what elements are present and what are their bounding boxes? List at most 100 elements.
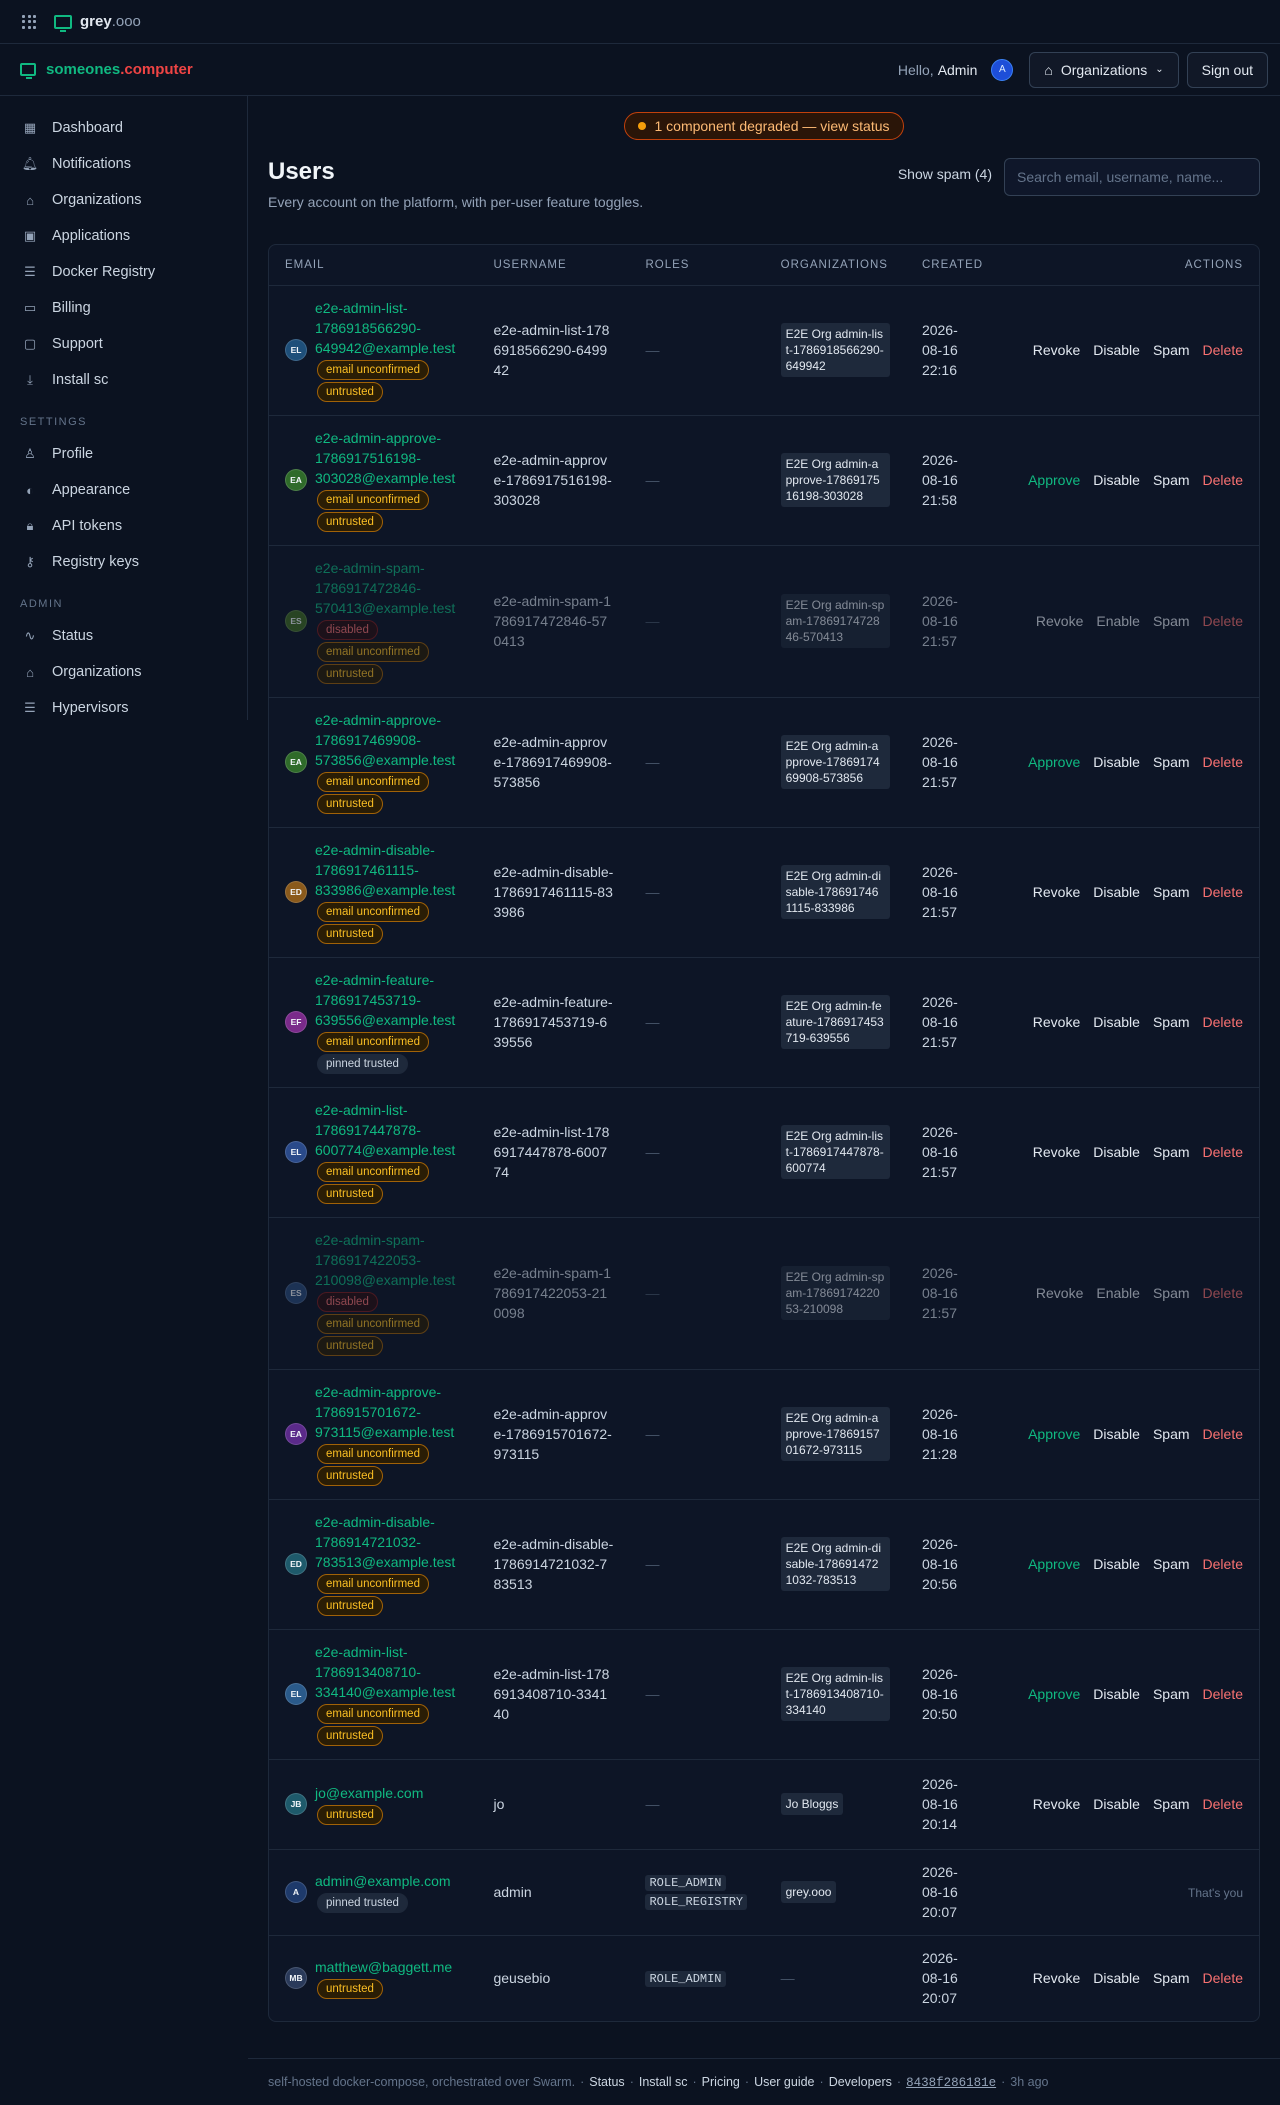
spam-button[interactable]: Spam xyxy=(1153,1970,1190,1986)
spam-button[interactable]: Spam xyxy=(1153,1556,1190,1572)
sidebar-item-notifications[interactable]: 🔔︎ Notifications xyxy=(0,146,247,182)
search-input[interactable] xyxy=(1004,158,1260,196)
disable-button[interactable]: Disable xyxy=(1093,1556,1140,1572)
user-email-link[interactable]: e2e-admin-list-1786918566290-649942@exam… xyxy=(315,298,461,358)
user-email-link[interactable]: admin@example.com xyxy=(315,1871,451,1891)
disable-button[interactable]: Disable xyxy=(1093,884,1140,900)
enable-button[interactable]: Enable xyxy=(1096,613,1140,629)
disable-button[interactable]: Disable xyxy=(1093,1796,1140,1812)
approve-button[interactable]: Approve xyxy=(1028,1686,1080,1702)
footer-link-developers[interactable]: Developers xyxy=(829,2075,892,2089)
org-chip[interactable]: E2E Org admin-approve-1786915701672-9731… xyxy=(780,1407,890,1461)
delete-button[interactable]: Delete xyxy=(1203,1686,1243,1702)
user-email-link[interactable]: e2e-admin-approve-1786917516198-303028@e… xyxy=(315,428,461,488)
spam-button[interactable]: Spam xyxy=(1153,1426,1190,1442)
sidebar-item-support[interactable]: ▢ Support xyxy=(0,326,247,362)
revoke-button[interactable]: Revoke xyxy=(1036,613,1083,629)
sidebar-item-appearance[interactable]: ◐ Appearance xyxy=(0,472,247,508)
org-chip[interactable]: E2E Org admin-list-1786917447878-600774 xyxy=(780,1125,890,1179)
app-grid-icon[interactable] xyxy=(22,14,36,29)
commit-hash-link[interactable]: 8438f286181e xyxy=(906,2076,996,2090)
organizations-dropdown[interactable]: ⌂ Organizations ⌄ xyxy=(1029,51,1179,88)
revoke-button[interactable]: Revoke xyxy=(1033,1014,1080,1030)
user-email-link[interactable]: e2e-admin-list-1786917447878-600774@exam… xyxy=(315,1100,461,1160)
user-email-link[interactable]: jo@example.com xyxy=(315,1783,423,1803)
disable-button[interactable]: Disable xyxy=(1093,472,1140,488)
revoke-button[interactable]: Revoke xyxy=(1033,1796,1080,1812)
sidebar-item-status[interactable]: ∿ Status xyxy=(0,618,247,654)
org-chip[interactable]: E2E Org admin-spam-1786917472846-570413 xyxy=(780,594,890,648)
org-chip[interactable]: E2E Org admin-disable-1786914721032-7835… xyxy=(780,1537,890,1591)
user-email-link[interactable]: e2e-admin-approve-1786917469908-573856@e… xyxy=(315,710,461,770)
spam-button[interactable]: Spam xyxy=(1153,1144,1190,1160)
delete-button[interactable]: Delete xyxy=(1203,1556,1243,1572)
sidebar-item-applications[interactable]: ▣ Applications xyxy=(0,218,247,254)
user-email-link[interactable]: e2e-admin-disable-1786917461115-833986@e… xyxy=(315,840,461,900)
sidebar-item-api-tokens[interactable]: 🔒︎ API tokens xyxy=(0,508,247,544)
org-chip[interactable]: E2E Org admin-spam-1786917422053-210098 xyxy=(780,1266,890,1320)
approve-button[interactable]: Approve xyxy=(1028,472,1080,488)
user-email-link[interactable]: e2e-admin-spam-1786917472846-570413@exam… xyxy=(315,558,461,618)
delete-button[interactable]: Delete xyxy=(1203,1285,1243,1301)
user-email-link[interactable]: e2e-admin-feature-1786917453719-639556@e… xyxy=(315,970,461,1030)
delete-button[interactable]: Delete xyxy=(1203,1014,1243,1030)
org-chip[interactable]: E2E Org admin-approve-1786917516198-3030… xyxy=(780,453,890,507)
delete-button[interactable]: Delete xyxy=(1203,1970,1243,1986)
show-spam-toggle[interactable]: Show spam (4) xyxy=(898,166,992,182)
sidebar-item-registry-keys[interactable]: ⚷ Registry keys xyxy=(0,544,247,580)
sidebar-item-install-sc[interactable]: ⤓ Install sc xyxy=(0,362,247,398)
status-banner[interactable]: 1 component degraded — view status xyxy=(624,112,904,140)
approve-button[interactable]: Approve xyxy=(1028,1426,1080,1442)
disable-button[interactable]: Disable xyxy=(1093,342,1140,358)
spam-button[interactable]: Spam xyxy=(1153,1014,1190,1030)
footer-link-pricing[interactable]: Pricing xyxy=(702,2075,740,2089)
org-chip[interactable]: Jo Bloggs xyxy=(780,1793,844,1815)
revoke-button[interactable]: Revoke xyxy=(1033,1144,1080,1160)
approve-button[interactable]: Approve xyxy=(1028,754,1080,770)
delete-button[interactable]: Delete xyxy=(1203,884,1243,900)
disable-button[interactable]: Disable xyxy=(1093,1014,1140,1030)
spam-button[interactable]: Spam xyxy=(1153,613,1190,629)
sidebar-item-profile[interactable]: ♙ Profile xyxy=(0,436,247,472)
revoke-button[interactable]: Revoke xyxy=(1033,884,1080,900)
org-chip[interactable]: E2E Org admin-list-1786913408710-334140 xyxy=(780,1667,890,1721)
enable-button[interactable]: Enable xyxy=(1096,1285,1140,1301)
spam-button[interactable]: Spam xyxy=(1153,884,1190,900)
footer-link-status[interactable]: Status xyxy=(589,2075,624,2089)
top-brand[interactable]: grey.ooo xyxy=(54,13,141,32)
site-brand[interactable]: someones.computer xyxy=(20,61,193,79)
org-chip[interactable]: E2E Org admin-disable-1786917461115-8339… xyxy=(780,865,890,919)
delete-button[interactable]: Delete xyxy=(1203,1144,1243,1160)
delete-button[interactable]: Delete xyxy=(1203,1796,1243,1812)
delete-button[interactable]: Delete xyxy=(1203,342,1243,358)
org-chip[interactable]: E2E Org admin-list-1786918566290-649942 xyxy=(780,323,890,377)
avatar[interactable]: A xyxy=(991,58,1014,81)
footer-link-user-guide[interactable]: User guide xyxy=(754,2075,814,2089)
org-chip[interactable]: grey.ooo xyxy=(780,1881,837,1903)
approve-button[interactable]: Approve xyxy=(1028,1556,1080,1572)
disable-button[interactable]: Disable xyxy=(1093,1426,1140,1442)
footer-link-install-sc[interactable]: Install sc xyxy=(639,2075,688,2089)
delete-button[interactable]: Delete xyxy=(1203,613,1243,629)
spam-button[interactable]: Spam xyxy=(1153,342,1190,358)
user-email-link[interactable]: e2e-admin-list-1786913408710-334140@exam… xyxy=(315,1642,461,1702)
sidebar-item-organizations[interactable]: ⌂ Organizations xyxy=(0,654,247,690)
disable-button[interactable]: Disable xyxy=(1093,754,1140,770)
delete-button[interactable]: Delete xyxy=(1203,472,1243,488)
delete-button[interactable]: Delete xyxy=(1203,754,1243,770)
disable-button[interactable]: Disable xyxy=(1093,1970,1140,1986)
sidebar-item-hypervisors[interactable]: ☰ Hypervisors xyxy=(0,690,247,726)
delete-button[interactable]: Delete xyxy=(1203,1426,1243,1442)
sidebar-item-organizations[interactable]: ⌂ Organizations xyxy=(0,182,247,218)
user-email-link[interactable]: matthew@baggett.me xyxy=(315,1957,452,1977)
sidebar-item-dashboard[interactable]: ▦ Dashboard xyxy=(0,110,247,146)
spam-button[interactable]: Spam xyxy=(1153,1796,1190,1812)
sign-out-button[interactable]: Sign out xyxy=(1186,51,1268,88)
user-email-link[interactable]: e2e-admin-approve-1786915701672-973115@e… xyxy=(315,1382,461,1442)
revoke-button[interactable]: Revoke xyxy=(1033,1970,1080,1986)
disable-button[interactable]: Disable xyxy=(1093,1686,1140,1702)
sidebar-item-docker-registry[interactable]: ☰ Docker Registry xyxy=(0,254,247,290)
disable-button[interactable]: Disable xyxy=(1093,1144,1140,1160)
user-email-link[interactable]: e2e-admin-spam-1786917422053-210098@exam… xyxy=(315,1230,461,1290)
revoke-button[interactable]: Revoke xyxy=(1033,342,1080,358)
